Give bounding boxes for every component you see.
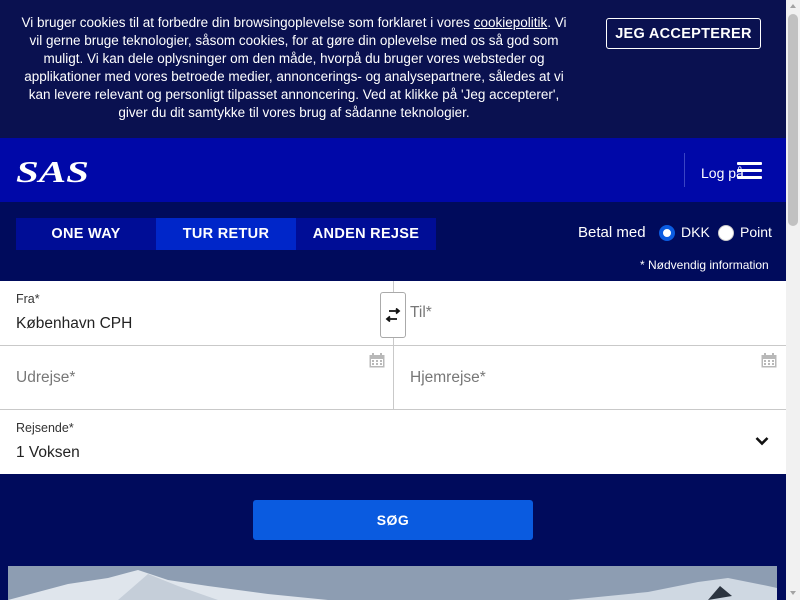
radio-points-label: Point [740,224,772,240]
swap-airports-button[interactable] [380,292,406,338]
site-header [0,138,786,202]
travellers-field[interactable]: Rejsende* 1 Voksen [0,410,786,474]
header-divider [684,153,685,187]
return-date-field[interactable]: Hjemrejse* [394,346,786,410]
cookie-text: Vi bruger cookies til at forbedre din br… [14,14,574,122]
radio-dkk-label: DKK [681,224,710,240]
tab-round-trip[interactable]: TUR RETUR [156,218,296,250]
travellers-value: 1 Voksen [16,444,80,461]
return-calendar-icon[interactable] [761,353,777,368]
required-info-note: * Nødvendig information [640,258,769,272]
svg-text:SAS: SAS [16,157,89,187]
chevron-down-icon[interactable] [755,436,769,446]
mountain-image [8,566,777,600]
return-placeholder: Hjemrejse* [410,369,486,386]
swap-arrows-icon [385,308,401,322]
cookie-policy-link[interactable]: cookiepolitik [474,15,548,30]
from-label: Fra* [16,292,40,306]
scroll-down-arrow-icon[interactable] [790,591,796,595]
sas-logo[interactable]: SAS [16,157,91,187]
pay-with-label: Betal med [578,224,646,241]
depart-placeholder: Udrejse* [16,369,76,386]
accept-cookies-button[interactable]: JEG ACCEPTERER [606,18,761,49]
radio-dkk[interactable] [659,225,675,241]
depart-date-field[interactable]: Udrejse* [0,346,393,410]
hero-image [8,566,777,600]
travellers-label: Rejsende* [16,421,74,435]
to-placeholder: Til* [410,304,432,321]
from-value: København CPH [16,315,133,332]
search-button[interactable]: SØG [253,500,533,540]
tab-other-trip[interactable]: ANDEN REJSE [296,218,436,250]
from-field[interactable]: Fra* København CPH [0,281,393,346]
radio-points[interactable] [718,225,734,241]
hamburger-menu-icon[interactable] [737,162,762,180]
cookie-text-body: . Vi vil gerne bruge teknologier, såsom … [24,15,567,120]
cookie-text-intro: Vi bruger cookies til at forbedre din br… [21,15,474,30]
cookie-banner: Vi bruger cookies til at forbedre din br… [0,0,786,138]
scrollbar-thumb[interactable] [788,14,798,226]
to-field[interactable]: Til* [394,281,786,346]
depart-calendar-icon[interactable] [369,353,385,368]
tab-one-way[interactable]: ONE WAY [16,218,156,250]
trip-type-tabs: ONE WAY TUR RETUR ANDEN REJSE [16,218,436,250]
scroll-up-arrow-icon[interactable] [790,4,796,8]
